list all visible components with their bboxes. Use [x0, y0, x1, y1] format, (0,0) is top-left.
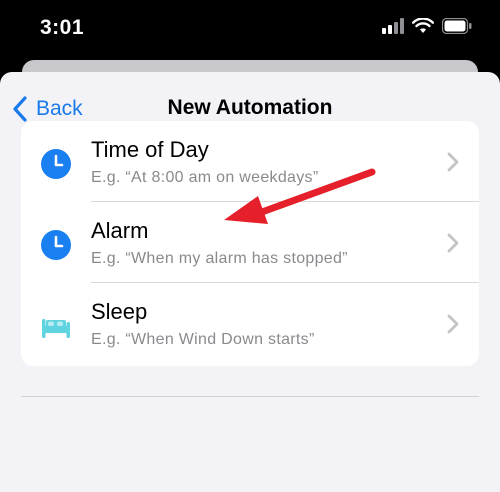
status-icons: [382, 18, 472, 34]
list-item-subtitle: E.g. “When Wind Down starts”: [91, 331, 315, 348]
wifi-icon: [412, 18, 434, 33]
chevron-right-icon: [447, 314, 459, 334]
list-item-title: Time of Day: [91, 137, 209, 162]
cellular-signal-icon: [382, 18, 404, 34]
list-item-subtitle: E.g. “When my alarm has stopped”: [91, 250, 348, 267]
list-item-title: Sleep: [91, 299, 148, 324]
clock-icon: [41, 149, 71, 179]
status-time: 3:01: [40, 16, 85, 39]
page-title: New Automation: [167, 96, 333, 119]
list-item-sleep[interactable]: Sleep E.g. “When Wind Down starts”: [21, 283, 479, 364]
status-bar: 3:01: [0, 0, 500, 60]
bed-icon: [42, 319, 70, 338]
bottom-divider: [21, 396, 479, 397]
battery-icon: [442, 18, 472, 34]
chevron-right-icon: [447, 152, 459, 172]
list-item-title: Alarm: [91, 218, 149, 243]
annotation-arrow-icon: [224, 168, 376, 224]
chevron-right-icon: [447, 233, 459, 253]
alarm-clock-icon: [41, 230, 71, 260]
trigger-list: Time of Day E.g. “At 8:00 am on weekdays…: [21, 121, 479, 366]
